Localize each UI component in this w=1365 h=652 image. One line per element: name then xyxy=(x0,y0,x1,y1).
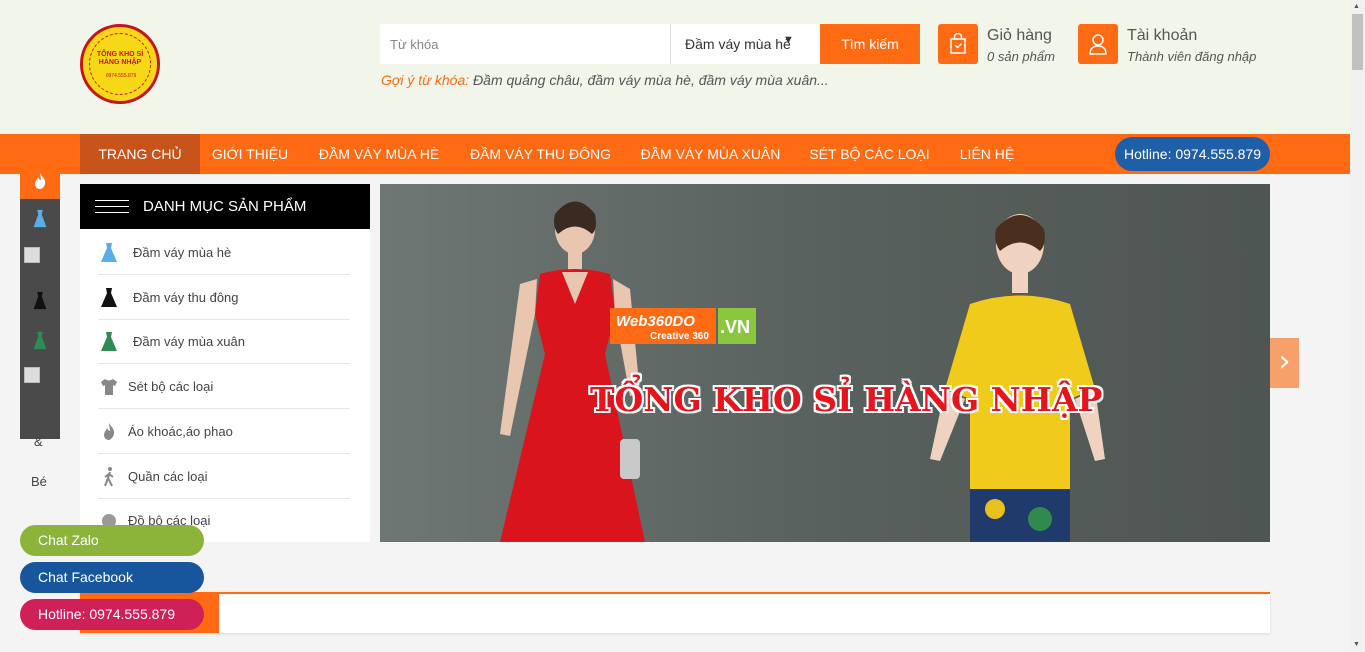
category-label: Áo khoác,áo phao xyxy=(128,424,233,439)
user-icon[interactable] xyxy=(1078,24,1118,64)
category-select-value: Đầm váy mùa hè xyxy=(685,36,791,52)
logo-phone: 0974.555.879 xyxy=(105,73,137,79)
scrollbar-thumb[interactable] xyxy=(1352,14,1363,70)
account-title[interactable]: Tài khoản xyxy=(1127,27,1197,45)
category-title: DANH MỤC SẢN PHẨM xyxy=(143,198,307,215)
category-label: Sét bộ các loại xyxy=(128,379,214,394)
category-item-sets[interactable]: Sét bộ các loại xyxy=(98,364,350,409)
account-login[interactable]: Thành viên đăng nhập xyxy=(1127,49,1256,64)
scroll-up-arrow-icon[interactable]: ▲ xyxy=(1353,3,1360,10)
brand-sub: Creative 360 xyxy=(650,331,709,342)
tshirt-icon xyxy=(101,379,117,395)
chat-zalo-button[interactable]: Chat Zalo xyxy=(20,525,204,556)
brand-tld: .VN xyxy=(720,317,750,337)
header: TỔNG KHO SỈ HÀNG NHẬP 0974.555.879 Đầm v… xyxy=(0,0,1350,134)
side-amp-text: & xyxy=(34,434,43,449)
chat-facebook-button[interactable]: Chat Facebook xyxy=(20,562,204,593)
dress-black-icon xyxy=(101,288,117,307)
main-nav: TRANG CHỦ GIỚI THIỆU ĐẦM VÁY MÙA HÈ ĐẦM … xyxy=(0,134,1350,174)
nav-autumn-winter-dresses[interactable]: ĐẦM VÁY THU ĐÔNG xyxy=(458,134,623,174)
suggest-text[interactable]: Đầm quảng châu, đầm váy mùa hè, đầm váy … xyxy=(473,72,829,88)
keyword-suggestions: Gợi ý từ khóa: Đầm quảng châu, đầm váy m… xyxy=(381,72,829,88)
model-yellow-top-image xyxy=(930,214,1105,542)
category-label: Quần các loại xyxy=(128,469,208,484)
web360do-logo: Web360DO Creative 360 .VN xyxy=(610,308,756,344)
chevron-down-icon: ▼ xyxy=(783,34,794,46)
floating-category-bar xyxy=(20,163,60,439)
scroll-down-arrow-icon[interactable]: ▼ xyxy=(1353,641,1360,648)
broken-image-icon[interactable] xyxy=(24,367,40,383)
flame-icon xyxy=(35,173,46,189)
category-item-jackets[interactable]: Áo khoác,áo phao xyxy=(98,409,350,454)
hotline-button[interactable]: Hotline: 0974.555.879 xyxy=(1115,137,1270,171)
nav-summer-dresses[interactable]: ĐẦM VÁY MÙA HÈ xyxy=(305,134,453,174)
site-logo[interactable]: TỔNG KHO SỈ HÀNG NHẬP 0974.555.879 xyxy=(80,24,160,104)
category-label: Đầm váy mùa xuân xyxy=(133,334,245,349)
nav-about[interactable]: GIỚI THIỆU xyxy=(200,134,300,174)
product-section: i xyxy=(80,592,1270,633)
category-item-summer-dresses[interactable]: Đầm váy mùa hè xyxy=(98,230,350,275)
category-header[interactable]: DANH MỤC SẢN PHẨM xyxy=(80,184,370,229)
category-item-autumn-winter[interactable]: Đầm váy thu đông xyxy=(98,275,350,320)
flame-icon xyxy=(104,423,115,440)
menu-icon xyxy=(95,200,129,218)
brand-main: Web360DO xyxy=(616,313,695,330)
nav-sets[interactable]: SÉT BỘ CÁC LOẠI xyxy=(798,134,941,174)
cart-count: 0 sản phẩm xyxy=(987,49,1055,64)
shopping-bag-icon[interactable] xyxy=(938,24,978,64)
logo-text: TỔNG KHO SỈ HÀNG NHẬP xyxy=(96,51,144,66)
suggest-label: Gợi ý từ khóa: xyxy=(381,72,470,88)
cart-title[interactable]: Giỏ hàng xyxy=(987,27,1052,45)
category-item-pants[interactable]: Quần các loại xyxy=(98,454,350,499)
dress-green-icon xyxy=(101,332,117,351)
banner-headline: TỔNG KHO SỈ HÀNG NHẬP xyxy=(590,380,1103,419)
floating-bar-top[interactable] xyxy=(20,163,60,199)
scrollbar-track[interactable] xyxy=(1350,0,1365,652)
hero-banner[interactable]: Web360DO Creative 360 .VN TỔNG KHO SỈ HÀ… xyxy=(380,184,1270,542)
walking-person-icon xyxy=(104,467,114,487)
dress-black-icon[interactable] xyxy=(30,291,50,311)
category-label: Đầm váy thu đông xyxy=(133,290,239,305)
nav-contact[interactable]: LIÊN HỆ xyxy=(946,134,1028,174)
slider-next-button[interactable]: › xyxy=(1270,338,1299,388)
category-label: Đầm váy mùa hè xyxy=(133,245,232,260)
dress-blue-icon xyxy=(101,243,117,262)
search-button[interactable]: Tìm kiếm xyxy=(820,24,920,64)
category-item-spring[interactable]: Đầm váy mùa xuân xyxy=(98,319,350,364)
hotline-float-button[interactable]: Hotline: 0974.555.879 xyxy=(20,599,204,630)
category-select[interactable]: Đầm váy mùa hè ▼ xyxy=(670,24,820,64)
nav-spring-dresses[interactable]: ĐẦM VÁY MÙA XUÂN xyxy=(628,134,793,174)
model-red-dress-image xyxy=(500,201,645,542)
dress-green-icon[interactable] xyxy=(30,331,50,351)
broken-image-icon[interactable] xyxy=(24,247,40,263)
nav-home[interactable]: TRANG CHỦ xyxy=(80,134,200,174)
category-panel: DANH MỤC SẢN PHẨM Đầm váy mùa hè Đầm váy… xyxy=(80,184,370,542)
side-be-text: Bé xyxy=(31,474,47,489)
search-input[interactable] xyxy=(380,24,670,64)
dress-blue-icon[interactable] xyxy=(30,209,50,229)
